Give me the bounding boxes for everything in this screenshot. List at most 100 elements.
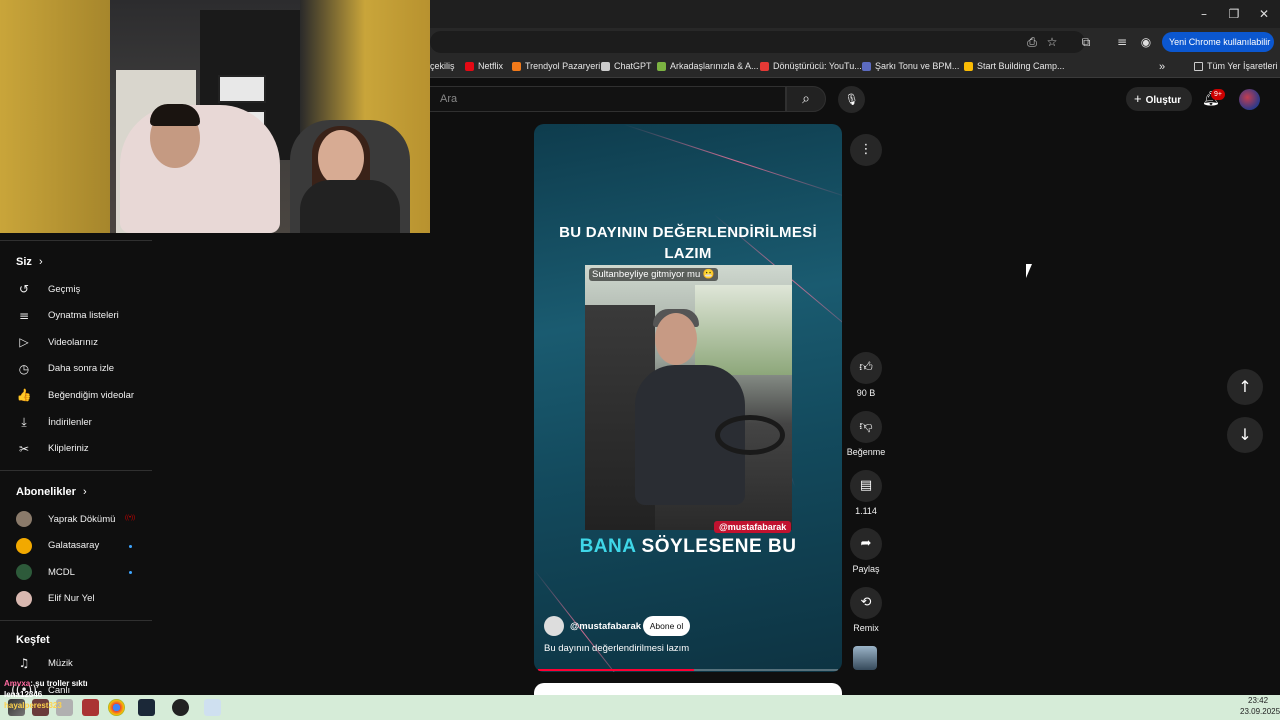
sidebar-item[interactable]: ✂ Klipleriniz [0,436,152,462]
bookmarks-overflow-icon[interactable]: » [1159,61,1165,73]
bookmark-item[interactable]: Dönüştürücü: YouTu... [760,61,862,71]
progress-bar[interactable] [538,669,838,671]
bookmark-item[interactable]: Netflix [465,61,503,71]
chat-message: : şu troller sıktı [30,679,88,688]
short-video-player[interactable]: BU DAYININ DEĞERLENDİRİLMESİ LAZIM Sulta… [534,124,842,672]
close-button[interactable]: ✕ [1256,6,1272,22]
extensions-icon[interactable]: ⧉ [1078,34,1094,50]
mouse-cursor [1026,264,1038,278]
channel-avatar [16,537,32,554]
create-label: Oluştur [1145,95,1182,106]
channel-avatar [16,564,32,581]
taskbar-app-icon[interactable] [204,699,221,716]
obs-taskbar-icon[interactable] [172,699,189,716]
media-control-icon[interactable]: ≡ [1114,34,1130,50]
account-avatar[interactable] [1239,89,1260,110]
bookmark-item[interactable]: Start Building Camp... [964,61,1065,71]
subscribe-button[interactable]: Abone ol [643,616,690,636]
install-app-icon[interactable]: ⎙ [1024,34,1040,50]
sidebar-item-label: Müzik [48,657,73,669]
all-bookmarks-button[interactable]: Tüm Yer İşaretleri [1194,61,1278,71]
profile-icon[interactable]: ◉ [1138,34,1154,50]
sidebar-item[interactable]: ↺ Geçmiş [0,276,152,302]
previous-short-arrow-icon[interactable]: ↑ [1227,369,1263,405]
sidebar-item[interactable]: ▷ Videolarınız [0,329,152,355]
chrome-taskbar-icon[interactable] [108,699,125,716]
more-options-icon[interactable]: ⋮ [850,134,882,166]
bookmark-label: ChatGPT [614,61,652,71]
minimize-button[interactable]: – [1196,6,1212,22]
channel-name[interactable]: @mustafabarak [570,621,641,632]
search-input[interactable]: Ara [440,93,457,105]
sidebar-item-label: Videolarınız [48,336,98,348]
short-description[interactable]: Bu dayının değerlendirilmesi lazım [544,643,689,654]
restore-button[interactable]: ❐ [1226,6,1242,22]
next-short-arrow-icon[interactable]: ↓ [1227,417,1263,453]
you-section-title[interactable]: Siz › [16,256,43,268]
clip-caption: Sultanbeyliye gitmiyor mu 😬 [589,268,718,281]
search-icon[interactable]: ⌕ [786,86,826,112]
short-title-overlay: BU DAYININ DEĞERLENDİRİLMESİ LAZIM [559,224,817,262]
sidebar-item[interactable]: 👍 Beğendiğim videolar [0,382,152,408]
bookmark-item[interactable]: Şarkı Tonu ve BPM... [862,61,959,71]
subtitle-highlight: BANA [579,536,636,557]
bookmark-star-icon[interactable]: ☆ [1044,34,1060,50]
bookmark-favicon-icon [964,61,973,71]
chat-line: Amvxa: şu troller sıktı [4,678,88,689]
search-box[interactable] [430,86,786,112]
music-icon: ♫ [18,656,30,670]
bookmark-item[interactable]: Trendyol Pazaryeri [512,61,600,71]
chevron-right-icon: › [82,486,87,498]
sidebar-item-label: İndirilenler [48,416,92,428]
subscription-label: MCDL [48,566,75,578]
bookmark-label: Netflix [478,61,504,71]
sidebar-item[interactable]: ⤓ İndirilenler [0,409,152,435]
chat-line: lena12346 [4,689,88,700]
bookmark-item[interactable]: çekiliş [430,61,455,71]
omnibox[interactable] [430,31,1085,53]
download-icon: ⤓ [21,414,27,429]
steam-taskbar-icon[interactable] [138,699,155,716]
live-indicator-icon: ((•)) [125,515,136,521]
bookmark-label: Trendyol Pazaryeri [525,61,601,71]
sidebar-item[interactable]: ≡ Oynatma listeleri [0,303,152,329]
chrome-update-label: Yeni Chrome kullanılabilir [1169,37,1271,47]
new-content-dot [129,544,132,548]
remix-icon[interactable]: ⟲ [850,587,882,619]
share-icon[interactable]: ➦ [850,528,882,560]
short-clip: Sultanbeyliye gitmiyor mu 😬 [585,265,792,530]
bookmark-item[interactable]: Arkadaşlarınızla & A... [657,61,759,71]
bookmark-label: Şarkı Tonu ve BPM... [875,61,960,71]
sidebar-item[interactable]: ♫ Müzik [0,650,152,676]
bookmark-favicon-icon [512,61,521,71]
stream-chat-overlay: Amvxa: şu troller sıktı lena12346 hayalp… [4,678,88,711]
dislike-icon[interactable]: 👎︎ [850,411,882,443]
sidebar-divider [0,240,152,241]
sound-thumbnail[interactable] [853,646,877,670]
sidebar-item[interactable]: ◷ Daha sonra izle [0,356,152,382]
chevron-right-icon: › [38,256,43,268]
all-bookmarks-label: Tüm Yer İşaretleri [1207,61,1278,71]
subscriptions-section-title[interactable]: Abonelikler › [16,486,87,498]
subtitle-rest: SÖYLESENE BU [641,536,797,557]
like-icon[interactable]: 👍︎ [850,352,882,384]
subscription-item[interactable]: Elif Nur Yel [0,586,152,612]
explore-section-title: Keşfet [16,634,50,646]
share-label: Paylaş [852,564,880,574]
microphone-icon[interactable]: 🎙 [838,86,865,113]
clip-handle-tag: @mustafabarak [714,521,792,533]
like-count: 90 B [856,388,876,398]
create-button[interactable]: + Oluştur [1126,87,1192,111]
chat-username: hayalperest323 [4,701,62,710]
sidebar-item-label: Beğendiğim videolar [48,389,135,401]
dislike-label: Beğenme [846,447,886,457]
bookmark-item[interactable]: ChatGPT [601,61,652,71]
chrome-update-button[interactable]: Yeni Chrome kullanılabilir ⋮ [1162,32,1274,67]
subscription-label: Yaprak Dökümü [48,513,116,525]
comment-count: 1.114 [855,506,877,516]
subscriptions-title-label: Abonelikler [16,486,76,498]
playlist-icon: ≡ [18,308,30,323]
clock-time: 23:42 [1248,696,1269,705]
comment-icon[interactable]: ▤ [850,470,882,502]
channel-avatar[interactable] [544,616,564,636]
